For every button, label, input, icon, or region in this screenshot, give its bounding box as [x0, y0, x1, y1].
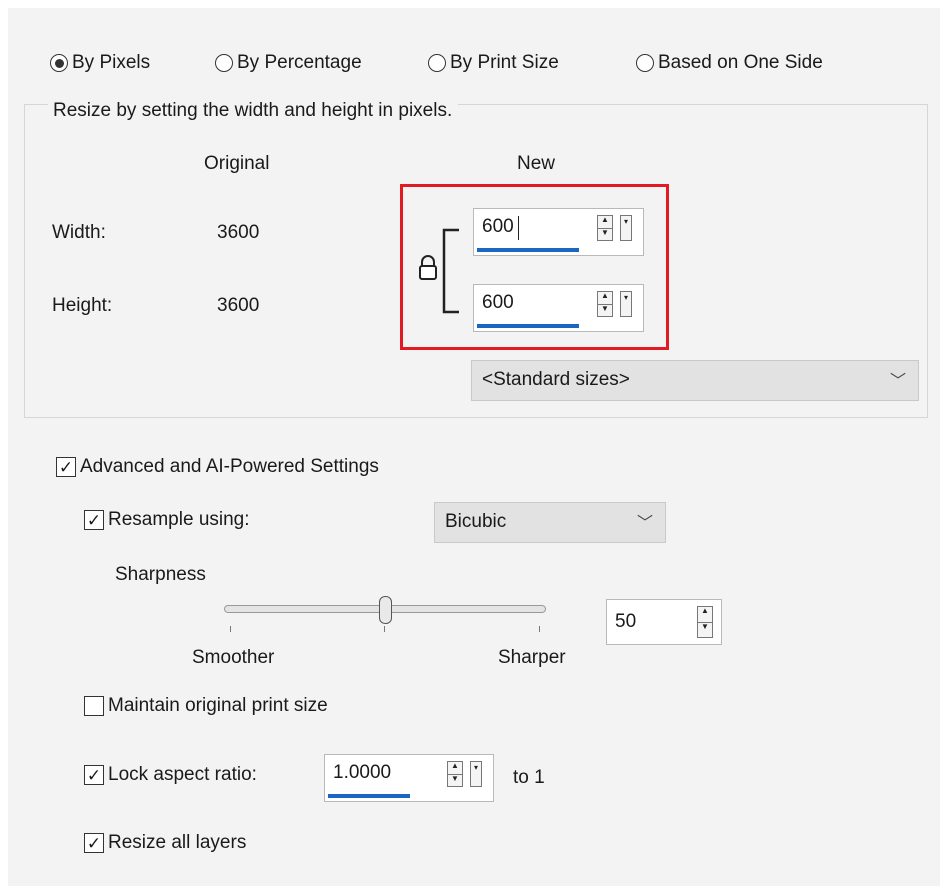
checkbox-box: [84, 696, 104, 716]
focus-underline: [477, 324, 579, 328]
radio-indicator: [428, 54, 446, 72]
original-height-value: 3600: [217, 295, 260, 316]
spin-up-down-icon[interactable]: ▲ ▼: [597, 215, 613, 241]
aspect-ratio-value: 1.0000: [333, 762, 392, 783]
group-caption: Resize by setting the width and height i…: [48, 100, 459, 122]
text-caret: [518, 216, 519, 240]
checkmark-icon: ✓: [84, 833, 104, 853]
dropdown-arrow-icon[interactable]: ▾: [620, 291, 632, 317]
standard-sizes-label: <Standard sizes>: [482, 369, 630, 390]
sharper-label: Sharper: [498, 647, 566, 668]
smoother-label: Smoother: [192, 647, 275, 668]
radio-label: Based on One Side: [658, 52, 823, 73]
spin-up-down-icon[interactable]: ▲ ▼: [697, 606, 713, 638]
resample-method-value: Bicubic: [445, 511, 507, 532]
new-height-value: 600: [482, 292, 514, 313]
resize-all-layers-checkbox[interactable]: ✓ Resize all layers: [84, 832, 246, 854]
advanced-settings-label: Advanced and AI-Powered Settings: [80, 456, 379, 477]
lock-aspect-ratio-label: Lock aspect ratio:: [108, 764, 257, 785]
lock-aspect-ratio-checkbox[interactable]: ✓ Lock aspect ratio:: [84, 764, 257, 786]
focus-underline: [477, 248, 579, 252]
sharpness-slider-thumb[interactable]: [378, 596, 392, 624]
slider-tick: [230, 626, 231, 632]
slider-tick: [384, 626, 385, 632]
height-label: Height:: [52, 295, 113, 316]
original-header: Original: [204, 153, 270, 174]
aspect-ratio-input[interactable]: 1.0000 ▲ ▼ ▾: [324, 754, 494, 802]
maintain-print-size-checkbox[interactable]: Maintain original print size: [84, 695, 328, 717]
resize-all-layers-label: Resize all layers: [108, 832, 247, 853]
new-width-value: 600: [482, 216, 514, 237]
radio-indicator: [636, 54, 654, 72]
sharpness-value: 50: [615, 611, 637, 632]
dropdown-arrow-icon[interactable]: ▾: [470, 761, 482, 787]
radio-selected-indicator: [50, 54, 68, 72]
radio-label: By Print Size: [450, 52, 559, 73]
focus-underline: [328, 794, 410, 798]
standard-sizes-dropdown[interactable]: <Standard sizes> ﹀: [471, 360, 919, 401]
new-width-input[interactable]: 600 ▲ ▼ ▾: [473, 208, 644, 256]
maintain-print-size-label: Maintain original print size: [108, 695, 328, 716]
radio-indicator: [215, 54, 233, 72]
chevron-down-icon: ﹀: [889, 373, 906, 390]
sharpness-label: Sharpness: [115, 564, 206, 585]
resample-method-dropdown[interactable]: Bicubic ﹀: [434, 502, 666, 543]
chevron-down-icon: ﹀: [636, 515, 653, 532]
sharpness-value-input[interactable]: 50 ▲ ▼: [606, 599, 722, 645]
original-width-value: 3600: [217, 222, 260, 243]
new-header: New: [517, 153, 556, 174]
advanced-settings-checkbox[interactable]: ✓ Advanced and AI-Powered Settings: [56, 456, 379, 478]
radio-label: By Percentage: [237, 52, 362, 73]
dropdown-arrow-icon[interactable]: ▾: [620, 215, 632, 241]
width-label: Width:: [52, 222, 106, 243]
slider-tick: [539, 626, 540, 632]
checkmark-icon: ✓: [84, 510, 104, 530]
checkmark-icon: ✓: [84, 765, 104, 785]
checkmark-icon: ✓: [56, 457, 76, 477]
lock-icon[interactable]: [417, 254, 439, 282]
resample-checkbox[interactable]: ✓ Resample using:: [84, 509, 250, 531]
spin-up-down-icon[interactable]: ▲ ▼: [597, 291, 613, 317]
ratio-suffix: to 1: [513, 767, 545, 788]
new-height-input[interactable]: 600 ▲ ▼ ▾: [473, 284, 644, 332]
resample-label: Resample using:: [108, 509, 250, 530]
radio-based-on-one-side[interactable]: Based on One Side: [636, 52, 823, 74]
radio-by-print-size[interactable]: By Print Size: [428, 52, 559, 74]
spin-up-down-icon[interactable]: ▲ ▼: [447, 761, 463, 787]
radio-by-pixels[interactable]: By Pixels: [50, 52, 150, 74]
radio-by-percentage[interactable]: By Percentage: [215, 52, 362, 74]
radio-label: By Pixels: [72, 52, 151, 73]
